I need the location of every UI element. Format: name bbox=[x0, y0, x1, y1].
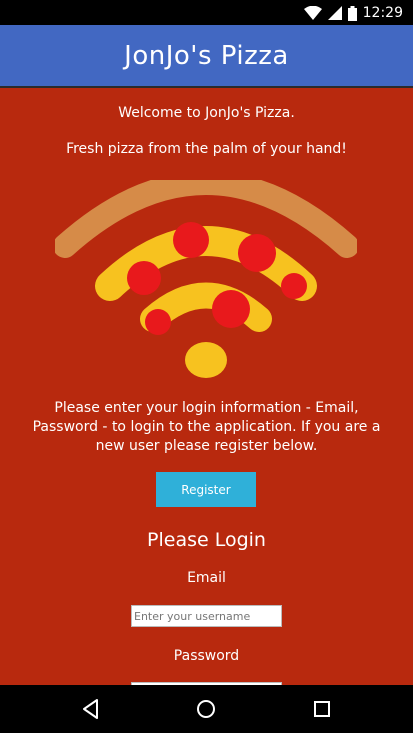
status-time: 12:29 bbox=[362, 5, 403, 21]
pepperoni bbox=[127, 261, 161, 295]
pizza-wifi-logo bbox=[55, 180, 357, 378]
welcome-text: Welcome to JonJo's Pizza. bbox=[118, 105, 295, 121]
app-bar: JonJo's Pizza bbox=[0, 25, 413, 88]
pizza-dot bbox=[185, 342, 227, 378]
email-input[interactable] bbox=[131, 605, 282, 627]
pepperoni bbox=[173, 222, 209, 258]
signal-icon bbox=[327, 6, 342, 20]
navigation-bar bbox=[0, 685, 413, 733]
battery-icon bbox=[347, 5, 357, 21]
pepperoni bbox=[238, 234, 276, 272]
status-bar: 12:29 bbox=[0, 0, 413, 25]
status-icons: 12:29 bbox=[303, 4, 403, 22]
password-label: Password bbox=[173, 648, 240, 664]
back-icon[interactable] bbox=[79, 697, 103, 721]
email-label: Email bbox=[187, 570, 226, 586]
tagline-text: Fresh pizza from the palm of your hand! bbox=[66, 141, 347, 157]
recents-icon[interactable] bbox=[310, 697, 334, 721]
login-instructions: Please enter your login information - Em… bbox=[32, 400, 381, 454]
login-screen[interactable]: Welcome to JonJo's Pizza. Fresh pizza fr… bbox=[0, 88, 413, 685]
pepperoni bbox=[212, 290, 250, 328]
pepperoni bbox=[281, 273, 307, 299]
app-title: JonJo's Pizza bbox=[124, 40, 289, 71]
home-icon[interactable] bbox=[194, 697, 218, 721]
pepperoni bbox=[145, 309, 171, 335]
wifi-icon bbox=[303, 6, 322, 20]
login-heading: Please Login bbox=[147, 529, 266, 551]
register-button[interactable]: Register bbox=[156, 472, 256, 507]
